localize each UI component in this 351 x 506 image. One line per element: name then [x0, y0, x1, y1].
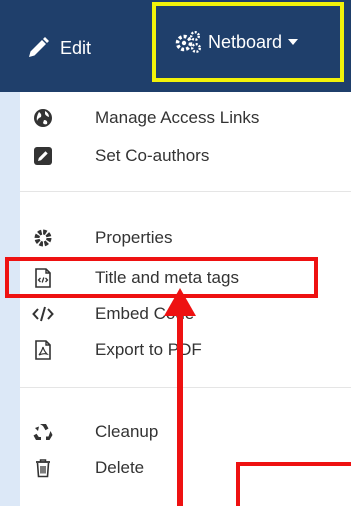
edit-button[interactable]: Edit [26, 22, 146, 74]
gear-icon [32, 227, 54, 249]
menu-item-label: Cleanup [95, 422, 159, 441]
pointer-arrow [164, 288, 196, 506]
edit-button-label: Edit [60, 37, 92, 58]
menu-divider [20, 191, 351, 192]
top-navbar: Edit Netboard [0, 0, 351, 92]
menu-item-label: Set Co-authors [95, 146, 210, 165]
edit-square-icon [32, 145, 54, 167]
globe-icon [32, 107, 54, 129]
page: Edit Netboard Manage Access Links Set Co… [0, 0, 351, 506]
code-icon [32, 303, 54, 325]
netboard-button-label: Netboard [208, 31, 283, 52]
caret-down-icon [288, 39, 299, 45]
recycle-icon [32, 421, 54, 443]
netboard-menu-button[interactable]: Netboard [152, 2, 344, 82]
pencil-icon [26, 36, 50, 60]
menu-item-label: Manage Access Links [95, 108, 260, 127]
trash-icon [32, 457, 54, 479]
pdf-file-icon [32, 339, 54, 361]
menu-item-label: Delete [95, 458, 145, 477]
menu-item-manage-access-links[interactable]: Manage Access Links [20, 100, 351, 136]
menu-item-set-co-authors[interactable]: Set Co-authors [20, 138, 351, 174]
menu-item-label: Properties [95, 228, 173, 247]
highlight-box-bottom [236, 462, 351, 506]
menu-item-properties[interactable]: Properties [20, 220, 351, 256]
cogs-icon [174, 30, 202, 54]
